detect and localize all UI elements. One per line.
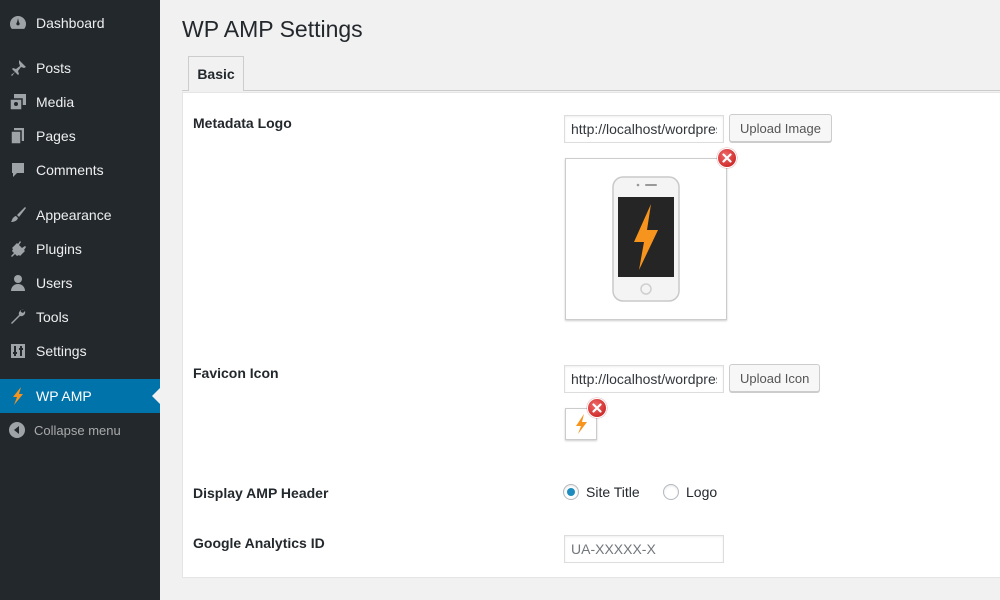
comment-icon	[0, 160, 36, 180]
sidebar-item-label: Pages	[36, 128, 76, 144]
user-icon	[0, 273, 36, 293]
sidebar-item-label: Plugins	[36, 241, 82, 257]
sidebar-item-appearance[interactable]: Appearance	[0, 198, 160, 232]
metadata-logo-preview	[565, 158, 727, 320]
sidebar-item-wp-amp[interactable]: WP AMP	[0, 379, 160, 413]
radio-site-title-label: Site Title	[586, 484, 640, 500]
metadata-logo-url-input[interactable]	[564, 115, 724, 143]
radio-logo-label: Logo	[686, 484, 718, 500]
tab-basic[interactable]: Basic	[188, 56, 244, 91]
sidebar-item-posts[interactable]: Posts	[0, 51, 160, 85]
metadata-logo-label: Metadata Logo	[193, 115, 292, 131]
remove-favicon-button[interactable]	[587, 398, 607, 418]
collapse-menu-label: Collapse menu	[34, 422, 121, 438]
sidebar-item-plugins[interactable]: Plugins	[0, 232, 160, 266]
google-analytics-label: Google Analytics ID	[193, 535, 325, 551]
sidebar-item-label: Dashboard	[36, 15, 105, 31]
media-icon	[0, 92, 36, 112]
wrench-icon	[0, 307, 36, 327]
plug-icon	[0, 239, 36, 259]
pages-icon	[0, 126, 36, 146]
page-title: WP AMP Settings	[182, 16, 363, 42]
sidebar-item-label: WP AMP	[36, 388, 92, 404]
sidebar-item-comments[interactable]: Comments	[0, 153, 160, 187]
upload-icon-button[interactable]: Upload Icon	[729, 364, 821, 392]
brush-icon	[0, 205, 36, 225]
pin-icon	[0, 58, 36, 78]
phone-logo-image	[612, 176, 680, 302]
radio-logo-input[interactable]	[663, 484, 679, 500]
sidebar-item-label: Posts	[36, 60, 72, 76]
sidebar-item-pages[interactable]: Pages	[0, 119, 160, 153]
favicon-url-input[interactable]	[564, 365, 724, 393]
radio-site-title-input[interactable]	[563, 484, 579, 500]
sidebar-item-dashboard[interactable]: Dashboard	[0, 6, 160, 40]
upload-image-button[interactable]: Upload Image	[729, 114, 832, 142]
sidebar-item-media[interactable]: Media	[0, 85, 160, 119]
sidebar-item-label: Settings	[36, 343, 87, 359]
display-amp-header-label: Display AMP Header	[193, 485, 329, 501]
tab-bar-divider	[182, 90, 1000, 91]
favicon-icon-label: Favicon Icon	[193, 365, 279, 381]
sidebar-item-users[interactable]: Users	[0, 266, 160, 300]
admin-sidebar: Dashboard Posts Media Pages Comments App…	[0, 0, 160, 600]
sidebar-item-label: Media	[36, 94, 75, 110]
collapse-arrow-icon	[0, 421, 34, 439]
sidebar-item-label: Appearance	[36, 207, 112, 223]
close-icon	[722, 153, 732, 163]
sidebar-item-tools[interactable]: Tools	[0, 300, 160, 334]
close-icon	[592, 403, 602, 413]
sliders-icon	[0, 341, 36, 361]
sidebar-item-label: Users	[36, 275, 73, 291]
sidebar-item-label: Comments	[36, 162, 104, 178]
dashboard-icon	[0, 13, 36, 33]
radio-site-title[interactable]: Site Title	[563, 484, 640, 500]
radio-logo[interactable]: Logo	[663, 484, 717, 500]
collapse-menu-button[interactable]: Collapse menu	[0, 413, 160, 447]
radio-selected-dot	[567, 488, 575, 496]
bolt-icon	[0, 386, 36, 406]
sidebar-item-label: Tools	[36, 309, 69, 325]
google-analytics-input[interactable]	[564, 535, 724, 563]
sidebar-item-settings[interactable]: Settings	[0, 334, 160, 368]
bolt-favicon-image	[576, 414, 587, 434]
remove-logo-button[interactable]	[717, 148, 737, 168]
